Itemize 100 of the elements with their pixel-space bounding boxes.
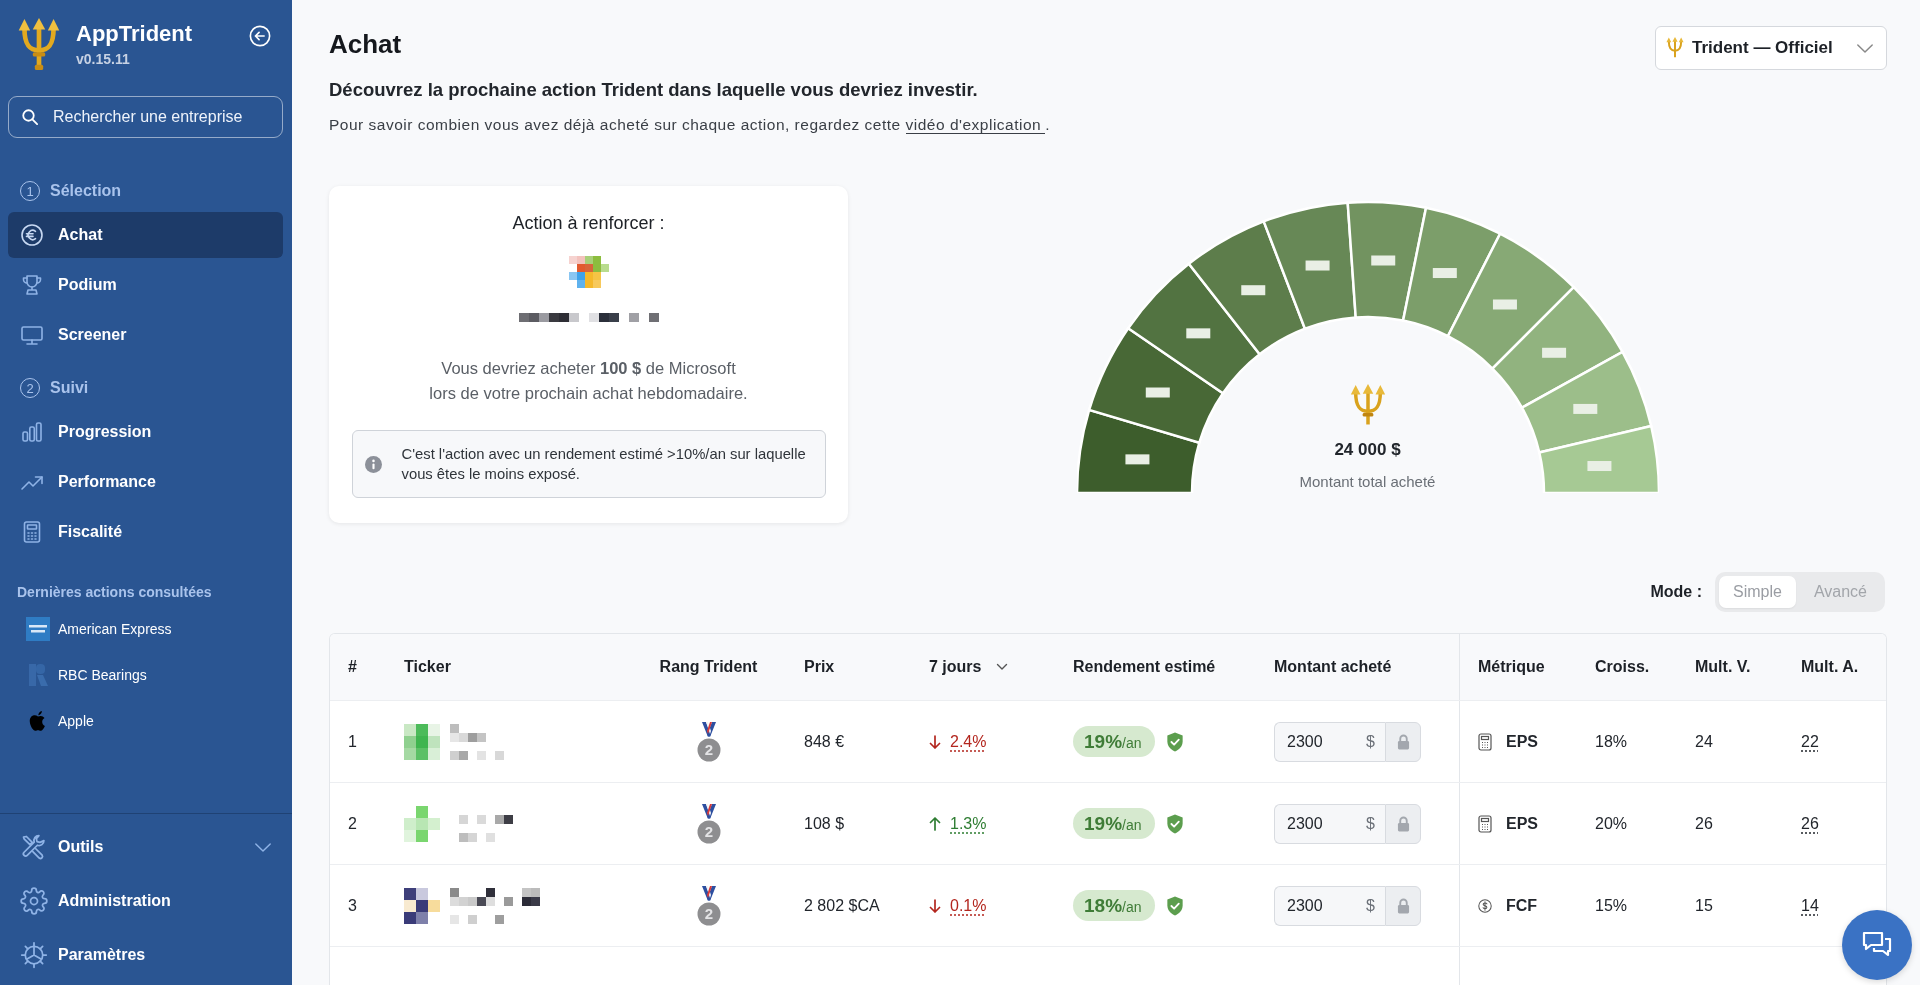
column-header[interactable]: 7 jours (929, 658, 982, 676)
currency-symbol: $ (1366, 732, 1375, 751)
sales-multiple: 15 (1695, 896, 1713, 915)
trident-icon (1666, 37, 1684, 59)
total-label: Montant total acheté (1299, 472, 1436, 492)
nav-item[interactable]: Administration (8, 878, 284, 924)
help-text: Pour savoir combien vous avez déjà acheté sur chaque action, regardez cette vidéo d'explication . (329, 115, 1050, 135)
nav-item[interactable]: Paramètres (8, 932, 284, 978)
column-header: Rang Trident (659, 658, 758, 676)
mode-label: Mode : (1650, 583, 1702, 601)
column-header: Métrique (1478, 658, 1545, 676)
euro-circle-icon (20, 223, 44, 247)
pixelated-label-drawing (1240, 285, 1265, 296)
recent-stock-link[interactable]: Apple (0, 703, 292, 739)
weekly-change: 2.4% (950, 732, 987, 751)
row-number: 3 (348, 896, 357, 915)
recent-title: Dernières actions consultées (17, 583, 213, 602)
row-number: 2 (348, 814, 357, 833)
return-unit: /an (1122, 816, 1142, 834)
column-header: Croiss. (1595, 658, 1650, 676)
section-title: Suivi (50, 379, 89, 397)
gauge-segment[interactable] (1187, 220, 1306, 356)
pixelated-label-drawing (1185, 328, 1210, 339)
pixelated-label-drawing (1370, 255, 1395, 266)
video-link[interactable]: vidéo d'explication (905, 116, 1046, 134)
column-header: Prix (804, 658, 835, 676)
column-header: Rendement estimé (1073, 658, 1216, 676)
info-icon (364, 455, 382, 473)
pixelated-logo-icon (404, 805, 440, 842)
pixelated-label-drawing (1572, 403, 1597, 414)
medal-rank: 2 (704, 740, 713, 758)
pixelated-label-drawing (1124, 454, 1149, 465)
nav-item[interactable]: Screener (8, 312, 283, 358)
strategy-dropdown[interactable]: Trident — Officiel (1655, 26, 1887, 70)
column-header: Ticker (404, 658, 451, 676)
column-header: # (348, 658, 357, 676)
calculator-icon (1478, 732, 1492, 751)
column-header: Mult. A. (1801, 658, 1859, 676)
metric-label: EPS (1506, 814, 1538, 833)
recommendation-message: Vous devriez acheter 100 $ de Microsoft lors de votre prochain achat hebdomadaire. (429, 358, 748, 404)
pixelated-logo-icon (404, 887, 440, 924)
metric-label: EPS (1506, 732, 1538, 751)
return-value: 19% (1084, 813, 1123, 835)
metric-label: FCF (1506, 896, 1538, 915)
pixelated-name-drawing (450, 723, 504, 760)
nav-item[interactable]: Achat (8, 212, 283, 258)
medal-rank: 2 (704, 904, 713, 922)
section-title: Sélection (50, 182, 122, 200)
column-header: Mult. V. (1695, 658, 1751, 676)
medal-ribbon-icon (701, 803, 716, 819)
adjusted-multiple: 22 (1801, 732, 1819, 751)
nav-item[interactable]: Performance (8, 459, 283, 505)
chevron-down-icon[interactable] (996, 663, 1009, 671)
currency-symbol: $ (1366, 814, 1375, 833)
lock-button[interactable] (1385, 721, 1421, 762)
growth: 18% (1595, 732, 1628, 751)
nav-item[interactable]: Fiscalité (8, 509, 283, 555)
pixelated-label-drawing (1541, 347, 1566, 358)
gauge-segment[interactable] (1076, 408, 1201, 493)
search-icon (21, 108, 39, 126)
return-unit: /an (1122, 734, 1142, 752)
card-title: Action à renforcer : (512, 212, 665, 234)
lock-button[interactable] (1385, 803, 1421, 844)
price: 108 $ (804, 814, 845, 833)
page-subtitle: Découvrez la prochaine action Trident dans laquelle vous devriez investir. (329, 78, 979, 102)
gauge-segment[interactable] (1261, 201, 1357, 330)
arrow-left-icon[interactable] (249, 25, 271, 47)
search-field[interactable]: Rechercher une entreprise (8, 96, 283, 138)
gauge-segment[interactable] (1126, 262, 1261, 395)
price: 848 € (804, 732, 845, 751)
trophy-icon (20, 273, 44, 297)
nav-item[interactable]: Podium (8, 262, 283, 308)
pixelated-logo-icon (404, 723, 440, 760)
recent-stock-link[interactable]: American Express (0, 611, 292, 647)
block-logo-icon (26, 663, 50, 687)
row-number: 1 (348, 732, 357, 751)
pixelated-label-drawing (1492, 299, 1517, 310)
weekly-change: 0.1% (950, 896, 987, 915)
settings-icon (20, 887, 48, 915)
info-text: C'est l'action avec un rendement estimé >10%/an sur laquelle vous êtes le moins exposé. (401, 445, 806, 484)
pixelated-logo-icon (568, 256, 609, 288)
return-unit: /an (1122, 898, 1142, 916)
square-logo-icon (26, 617, 50, 641)
pixelated-label-drawing (1432, 268, 1457, 279)
lock-button[interactable] (1385, 885, 1421, 926)
nav-item[interactable]: Progression (8, 409, 283, 455)
gauge-segment[interactable] (1345, 201, 1427, 322)
nav-item[interactable]: Outils (8, 824, 284, 870)
gauge-segment[interactable] (1401, 206, 1501, 338)
recent-stock-link[interactable]: RBC Bearings (0, 657, 292, 693)
sales-multiple: 26 (1695, 814, 1713, 833)
sales-multiple: 24 (1695, 732, 1713, 751)
gauge-segment[interactable] (1087, 326, 1224, 444)
growth: 15% (1595, 896, 1628, 915)
pixelated-label-drawing (1586, 461, 1611, 471)
adjusted-multiple: 14 (1801, 896, 1819, 915)
tools-icon (20, 833, 48, 861)
dollar-circle-icon (1478, 896, 1492, 915)
column-header: Montant acheté (1274, 658, 1392, 676)
bar-chart-icon (20, 420, 44, 444)
